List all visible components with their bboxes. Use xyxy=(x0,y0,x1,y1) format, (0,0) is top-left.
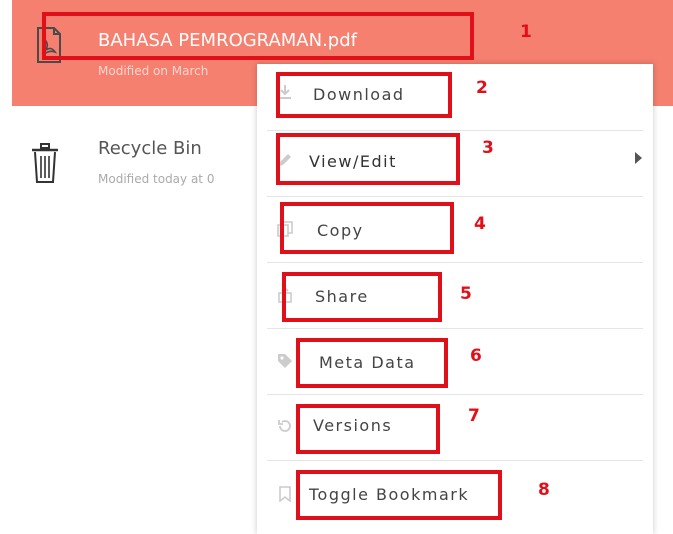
annotation-number-8: 8 xyxy=(538,480,550,500)
annotation-number-1: 1 xyxy=(520,22,532,42)
file-modified: Modified on March xyxy=(98,64,209,78)
annotation-number-2: 2 xyxy=(476,78,488,98)
annotation-number-4: 4 xyxy=(474,214,486,234)
trash-icon xyxy=(32,143,58,183)
annotation-box-6 xyxy=(296,338,448,388)
history-icon xyxy=(278,420,291,432)
annotation-box-3 xyxy=(276,133,460,185)
annotation-number-3: 3 xyxy=(482,138,494,158)
annotation-number-5: 5 xyxy=(460,284,472,304)
menu-divider xyxy=(267,394,643,395)
annotation-number-7: 7 xyxy=(468,406,480,426)
annotation-box-2 xyxy=(276,72,452,118)
menu-divider xyxy=(267,262,643,263)
annotation-box-5 xyxy=(282,272,442,322)
menu-divider xyxy=(267,460,643,461)
submenu-arrow-icon xyxy=(635,152,642,164)
annotation-box-4 xyxy=(280,202,454,254)
annotation-box-7 xyxy=(296,404,440,454)
annotation-box-1 xyxy=(42,12,474,60)
menu-divider xyxy=(267,328,643,329)
menu-divider xyxy=(267,196,643,197)
menu-divider xyxy=(267,130,643,131)
recycle-bin-name[interactable]: Recycle Bin xyxy=(98,138,202,159)
recycle-bin-modified: Modified today at 0 xyxy=(98,172,215,186)
annotation-number-6: 6 xyxy=(470,346,482,366)
annotation-box-8 xyxy=(296,470,502,520)
bookmark-icon xyxy=(279,486,291,502)
tag-icon xyxy=(278,354,292,368)
